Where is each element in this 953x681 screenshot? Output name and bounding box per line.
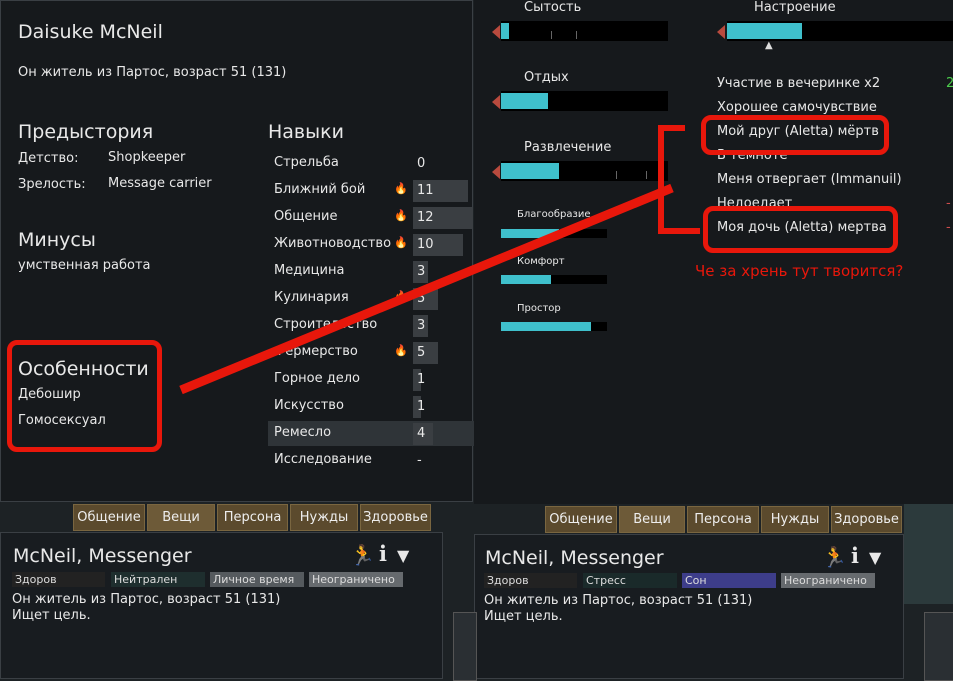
annotation-text: Че за хрень тут творится? <box>695 262 904 280</box>
annotation-box-traits <box>7 340 162 452</box>
annotation-box-daughter <box>703 206 898 253</box>
annotation-box-friend <box>701 115 889 155</box>
annotation-bracket <box>658 125 700 234</box>
annotation-line <box>179 183 674 395</box>
